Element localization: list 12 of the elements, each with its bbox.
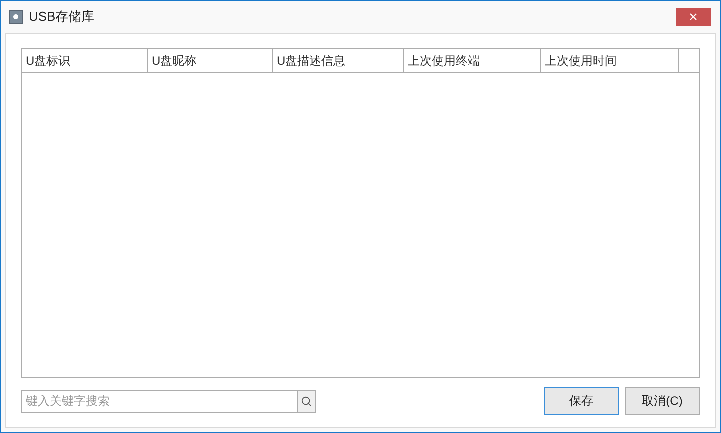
dialog-button[interactable]: 保存: [544, 387, 619, 415]
app-icon: [9, 10, 23, 24]
close-button[interactable]: ×: [676, 8, 711, 26]
column-header[interactable]: U盘昵称: [148, 49, 273, 72]
dialog-button[interactable]: 取消(C): [625, 387, 700, 415]
column-header[interactable]: U盘描述信息: [273, 49, 404, 72]
column-header[interactable]: U盘标识: [22, 49, 148, 72]
column-header[interactable]: 上次使用终端: [404, 49, 541, 72]
column-header[interactable]: 上次使用时间: [541, 49, 679, 72]
window-title: USB存储库: [29, 8, 95, 26]
search-field[interactable]: 键入关键字搜索: [21, 390, 298, 412]
search-icon[interactable]: [301, 396, 312, 406]
